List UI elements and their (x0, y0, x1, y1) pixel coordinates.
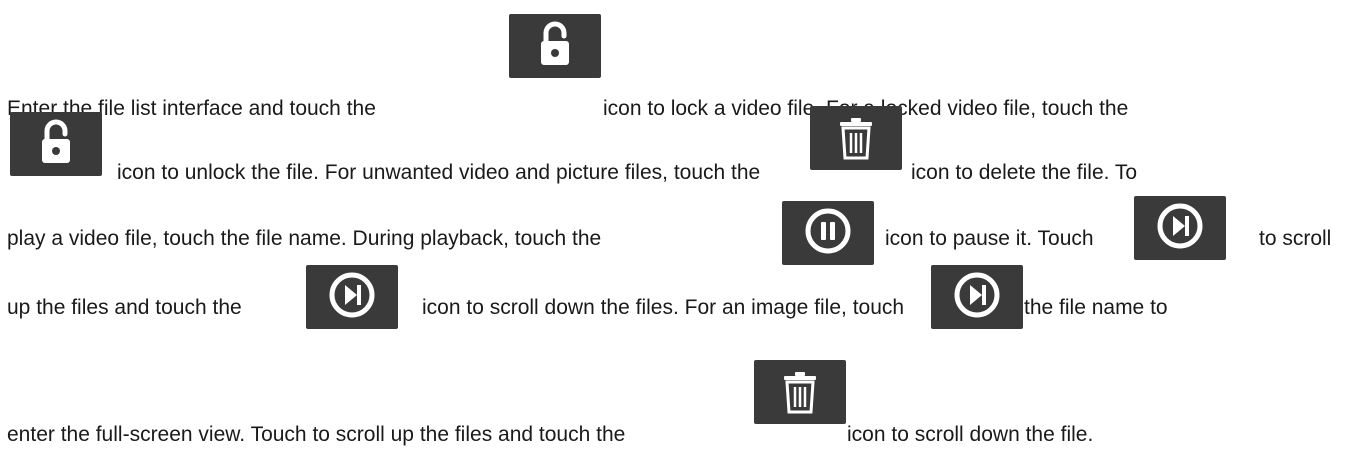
line-2-text-a: icon to unlock the file. For unwanted vi… (117, 161, 761, 184)
line-2-text-b: icon to delete the file. To (911, 161, 1138, 184)
line-4-text-c: the file name to (1024, 296, 1168, 319)
line-3-text-b: icon to pause it. Touch (885, 227, 1094, 250)
pause-icon (782, 201, 874, 265)
skip-next-icon (306, 265, 398, 329)
trash-icon (810, 106, 902, 170)
line-5-text-a: enter the full-screen view. Touch to scr… (7, 423, 626, 446)
trash-icon (754, 360, 846, 424)
unlock-icon (509, 14, 601, 78)
line-5-text-b: icon to scroll down the file. (847, 423, 1094, 446)
line-4-text-a: up the files and touch the (7, 296, 242, 319)
line-3-text-c: to scroll (1259, 227, 1332, 250)
skip-next-icon (1134, 196, 1226, 260)
line-3-text-a: play a video file, touch the file name. … (7, 227, 602, 250)
line-4-text-b: icon to scroll down the files. For an im… (422, 296, 905, 319)
unlock-icon (10, 112, 102, 176)
skip-next-icon (931, 265, 1023, 329)
